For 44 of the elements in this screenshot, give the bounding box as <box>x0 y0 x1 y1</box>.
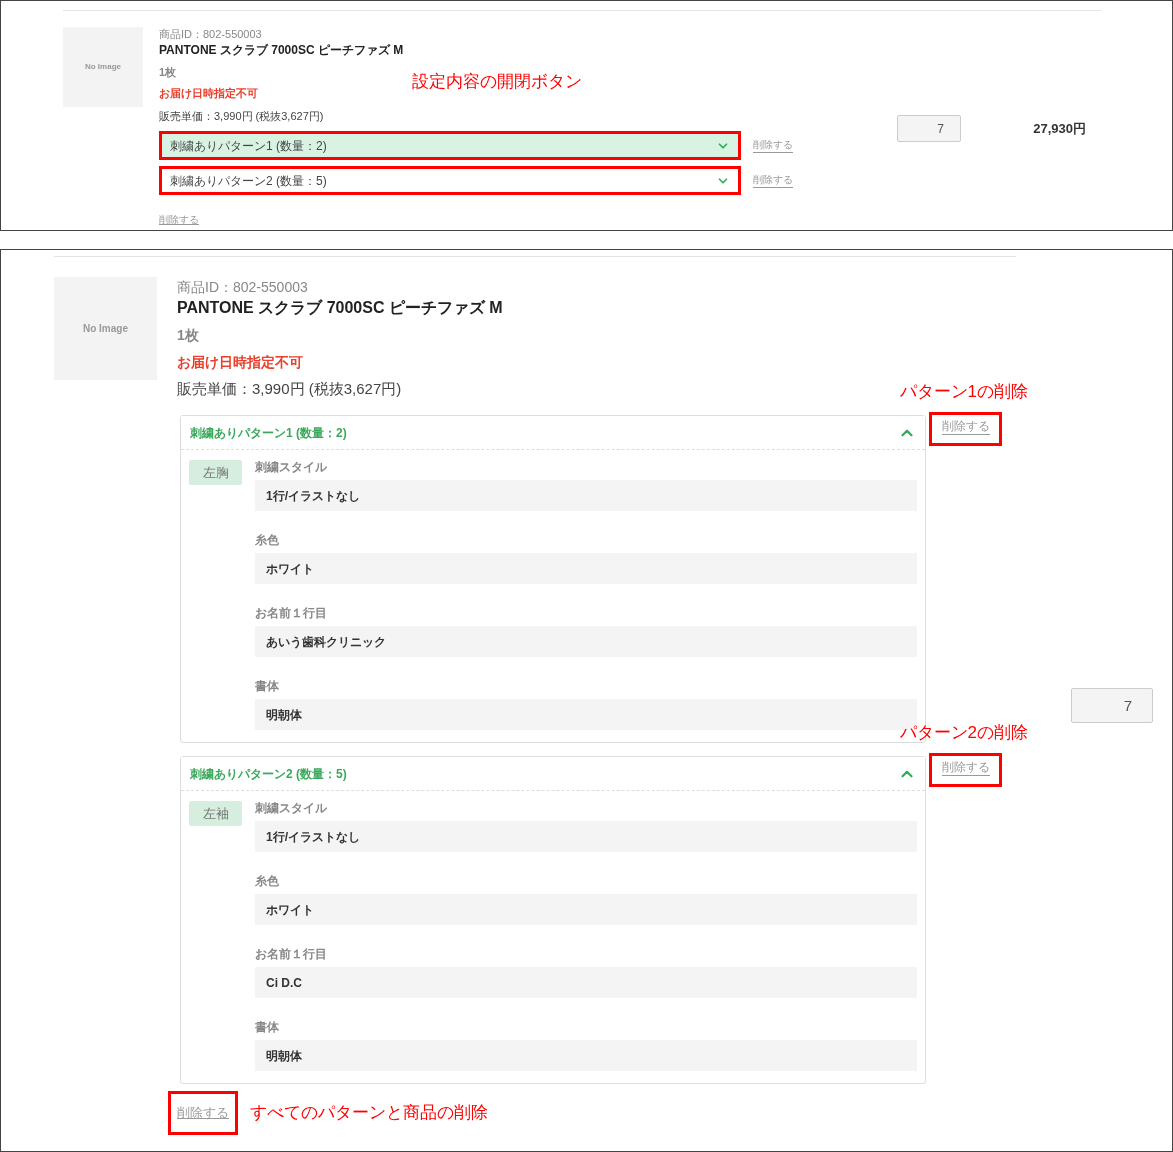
annotation-label: すべてのパターンと商品の削除 <box>250 1102 488 1124</box>
delete-link[interactable]: 削除する <box>753 137 793 153</box>
annotation-label: 設定内容の開閉ボタン <box>412 71 582 93</box>
delete-all-link[interactable]: 削除する <box>159 212 199 227</box>
product-name: PANTONE スクラブ 7000SC ピーチファズ M <box>177 298 503 318</box>
field-label: 糸色 <box>255 533 280 547</box>
delivery-note: お届け日時指定不可 <box>159 86 258 101</box>
position-tag: 左胸 <box>189 460 242 485</box>
no-image-label: No Image <box>85 61 121 73</box>
pattern-toggle[interactable]: 刺繍ありパターン1 (数量：2) <box>162 134 738 157</box>
line-total: 27,930円 <box>1033 119 1086 138</box>
quantity-field[interactable]: 7 <box>1071 688 1153 724</box>
field-value: Ci D.C <box>255 967 917 998</box>
field-value: ホワイト <box>255 894 917 925</box>
field-value: ホワイト <box>255 553 917 584</box>
field-label: 糸色 <box>255 874 280 888</box>
pattern-toggle[interactable]: 刺繍ありパターン1 (数量：2) <box>181 416 925 450</box>
pattern-toggle[interactable]: 刺繍ありパターン2 (数量：5) <box>181 757 925 791</box>
field-label: お名前１行目 <box>255 606 328 620</box>
field-label: お名前１行目 <box>255 947 328 961</box>
field-value: 1行/イラストなし <box>255 821 917 852</box>
product-id: 商品ID：802-550003 <box>159 27 262 41</box>
annotation-label: パターン1の削除 <box>899 380 1028 403</box>
unit-text: 1枚 <box>177 326 199 345</box>
field-value: 明朝体 <box>255 1040 917 1071</box>
delete-all-link[interactable]: 削除する <box>177 1103 229 1123</box>
unit-price: 販売単価：3,990円 (税抜3,627円) <box>159 109 324 124</box>
delete-link[interactable]: 削除する <box>753 172 793 188</box>
field-value: あいう歯科クリニック <box>255 626 917 657</box>
no-image-label: No Image <box>83 322 128 336</box>
unit-price: 販売単価：3,990円 (税抜3,627円) <box>177 379 402 399</box>
field-label: 書体 <box>255 1020 280 1034</box>
field-label: 書体 <box>255 679 280 693</box>
delivery-note: お届け日時指定不可 <box>177 353 303 372</box>
delete-link[interactable]: 削除する <box>942 419 990 435</box>
position-tag: 左袖 <box>189 801 242 826</box>
field-value: 1行/イラストなし <box>255 480 917 511</box>
field-label: 刺繍スタイル <box>255 460 328 474</box>
quantity-field[interactable]: 7 <box>897 115 961 142</box>
product-id: 商品ID：802-550003 <box>177 278 308 297</box>
unit-text: 1枚 <box>159 65 177 80</box>
field-label: 刺繍スタイル <box>255 801 328 815</box>
product-name: PANTONE スクラブ 7000SC ピーチファズ M <box>159 42 404 59</box>
delete-link[interactable]: 削除する <box>942 760 990 776</box>
